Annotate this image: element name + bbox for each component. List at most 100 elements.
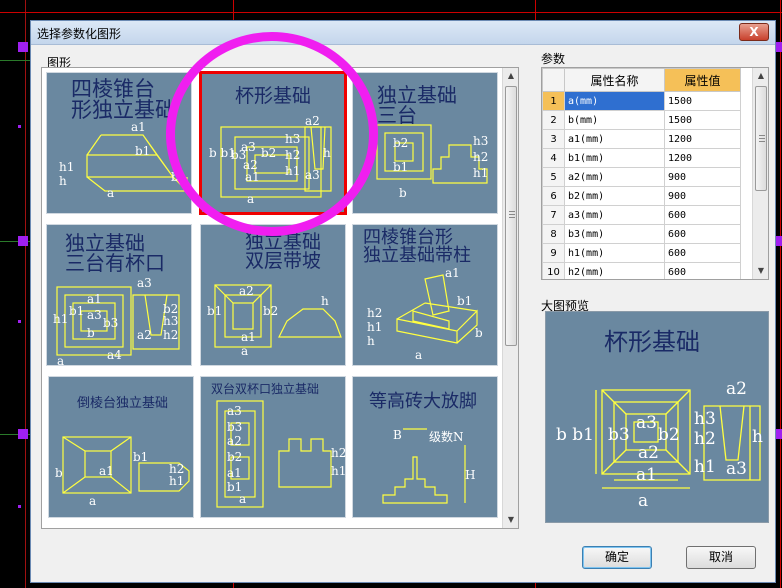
shape-tile[interactable]: a3 b3 a2 b2 a1 b1 h2 h1 a 双台双杯口独立基础 <box>200 376 346 518</box>
shape-tile[interactable]: a2 b1 b2 h a1 a 独立基础 双层带坡 <box>200 224 346 366</box>
table-row[interactable]: 2 b(mm) 1500 <box>542 110 741 130</box>
param-name-cell[interactable]: b1(mm) <box>564 148 665 168</box>
params-scrollbar[interactable]: ▲ ▼ <box>752 68 768 279</box>
param-grid: 属性名称 属性值 1 a(mm) 1500 2 b(mm) 1500 3 a1(mm) 1200… <box>541 67 769 280</box>
dim-label: a2 <box>227 434 242 448</box>
scroll-down-icon[interactable]: ▼ <box>503 512 518 528</box>
dim-label: b3 <box>103 316 118 330</box>
param-value-cell[interactable]: 900 <box>664 186 741 206</box>
ok-button[interactable]: 确定 <box>582 546 652 569</box>
cancel-button[interactable]: 取消 <box>686 546 756 569</box>
param-value-cell[interactable]: 900 <box>664 167 741 187</box>
dim-label: a2 <box>239 284 254 298</box>
table-row[interactable]: 5 a2(mm) 900 <box>542 167 741 187</box>
param-name-cell[interactable]: h2(mm) <box>564 262 665 279</box>
dim-label: b1 <box>207 304 222 318</box>
dim-label: a2 <box>638 443 659 463</box>
dim-label: h1 <box>53 312 68 326</box>
param-name-cell[interactable]: a1(mm) <box>564 129 665 149</box>
dim-label: a1 <box>636 465 657 485</box>
scroll-thumb[interactable] <box>505 86 517 346</box>
scroll-thumb[interactable] <box>755 86 767 191</box>
param-name-cell[interactable]: a(mm) <box>564 91 665 111</box>
dim-label: b3 <box>227 420 242 434</box>
dim-label: a3 <box>137 276 152 290</box>
cad-line <box>0 12 782 13</box>
row-index: 4 <box>542 148 565 168</box>
table-row[interactable]: 1 a(mm) 1500 <box>542 91 741 111</box>
tile-title: 独立基础 双层带坡 <box>245 231 322 272</box>
param-name-cell[interactable]: a3(mm) <box>564 205 665 225</box>
row-index: 1 <box>542 91 565 111</box>
tile-title: 四棱锥台 形独立基础 <box>71 77 176 122</box>
value-column-header[interactable]: 属性值 <box>664 68 741 92</box>
dim-label: a2 <box>726 379 747 399</box>
scroll-up-icon[interactable]: ▲ <box>503 68 518 84</box>
table-row[interactable]: 9 h1(mm) 600 <box>542 243 741 263</box>
param-name-cell[interactable]: h1(mm) <box>564 243 665 263</box>
param-value-cell[interactable]: 600 <box>664 243 741 263</box>
dim-label: b <box>55 466 63 480</box>
table-row[interactable]: 10 h2(mm) 600 <box>542 262 741 279</box>
row-index: 6 <box>542 186 565 206</box>
param-value-cell[interactable]: 600 <box>664 224 741 244</box>
dim-label: B <box>393 428 402 442</box>
dim-label: a3 <box>227 404 242 418</box>
dim-label: a2 <box>137 328 152 342</box>
dim-label: a1 <box>99 464 114 478</box>
shape-tile[interactable]: a1 b1 h2 h1 h b a 四棱锥台形 独立基础带柱 <box>352 224 498 366</box>
scroll-down-icon[interactable]: ▼ <box>753 263 768 279</box>
cad-marker <box>18 320 21 323</box>
cad-line <box>780 0 781 588</box>
dim-label: h1 <box>473 166 488 180</box>
cad-marker <box>18 236 28 246</box>
param-value-cell[interactable]: 1200 <box>664 129 741 149</box>
param-value-cell[interactable]: 1200 <box>664 148 741 168</box>
gallery-scrollbar[interactable]: ▲ ▼ <box>502 68 518 528</box>
grip-line <box>759 141 765 142</box>
dim-label: a <box>239 492 246 506</box>
table-row[interactable]: 3 a1(mm) 1200 <box>542 129 741 149</box>
dim-label: h3 <box>473 134 488 148</box>
dim-label: b1 <box>133 450 148 464</box>
row-index: 5 <box>542 167 565 187</box>
row-index: 3 <box>542 129 565 149</box>
param-name-cell[interactable]: a2(mm) <box>564 167 665 187</box>
table-corner-header <box>542 68 565 92</box>
row-index: 10 <box>542 262 565 279</box>
param-name-cell[interactable]: b3(mm) <box>564 224 665 244</box>
dim-label: b2 <box>227 450 242 464</box>
dim-label: H <box>465 468 475 482</box>
table-row[interactable]: 4 b1(mm) 1200 <box>542 148 741 168</box>
dim-label: a <box>107 186 114 200</box>
table-row[interactable]: 6 b2(mm) 900 <box>542 186 741 206</box>
tile-title: 独立基础 三台 <box>377 83 457 127</box>
row-index: 8 <box>542 224 565 244</box>
dim-label: a1 <box>241 330 256 344</box>
grip-line <box>509 217 515 218</box>
name-column-header[interactable]: 属性名称 <box>564 68 665 92</box>
shape-tile[interactable]: B 级数N H 等高砖大放脚 <box>352 376 498 518</box>
param-value-cell[interactable]: 600 <box>664 262 741 279</box>
title-bar[interactable]: 选择参数化图形 X <box>31 21 775 45</box>
dim-label: b1 <box>457 294 472 308</box>
param-value-cell[interactable]: 1500 <box>664 91 741 111</box>
shape-tile[interactable]: b1 a1 b h2 h1 a 倒棱台独立基础 <box>48 376 194 518</box>
dim-label: h1 <box>59 160 74 174</box>
param-value-cell[interactable]: 1500 <box>664 110 741 130</box>
shape-tile[interactable]: a3 a1 b1 a3 b3 b2 h3 h2 h1 b a2 a4 a 独立基础 三台有杯口 <box>46 224 192 367</box>
param-name-cell[interactable]: b2(mm) <box>564 186 665 206</box>
table-row[interactable]: 8 b3(mm) 600 <box>542 224 741 244</box>
cad-line <box>25 0 26 588</box>
grip-line <box>509 211 515 212</box>
table-row[interactable]: 7 a3(mm) 600 <box>542 205 741 225</box>
close-button[interactable]: X <box>739 23 769 41</box>
param-name-cell[interactable]: b(mm) <box>564 110 665 130</box>
scroll-up-icon[interactable]: ▲ <box>753 68 768 84</box>
dim-label: h3 <box>163 314 178 328</box>
param-table: 属性名称 属性值 1 a(mm) 1500 2 b(mm) 1500 3 a1(mm) 1200… <box>542 68 741 279</box>
dim-label: a1 <box>227 466 242 480</box>
row-index: 7 <box>542 205 565 225</box>
param-value-cell[interactable]: 600 <box>664 205 741 225</box>
dim-label: b1 <box>135 144 150 158</box>
